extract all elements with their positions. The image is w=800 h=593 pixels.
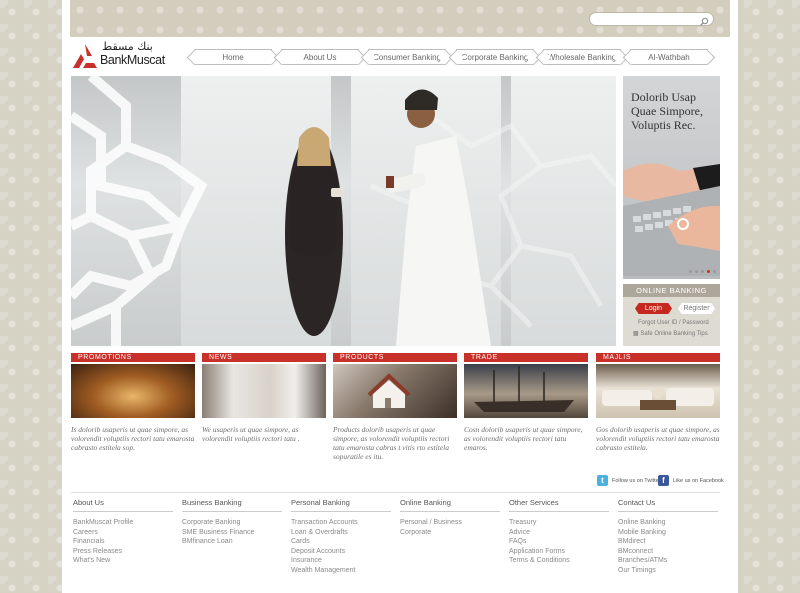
footer-divider (71, 492, 720, 493)
safe-banking-tips-label: Safe Online Banking Tips (640, 331, 708, 337)
footer-col-other-services: Other Services Treasury Advice FAQs Appl… (509, 498, 609, 566)
footer-heading: Personal Banking (291, 498, 391, 512)
lock-icon: ▩ (633, 331, 639, 337)
nav-corporate-banking[interactable]: Corporate Banking (456, 49, 534, 65)
card-image-trade (464, 364, 588, 418)
footer-link[interactable]: SME Business Finance (182, 528, 282, 538)
card-label: PROMOTIONS (71, 353, 195, 362)
card-text: Is dolorib usaperis ut quae simpore, as … (71, 425, 195, 452)
card-trade[interactable]: TRADE Cosn dolorib usaperis ut quae simp… (464, 353, 588, 452)
nav-about-us[interactable]: About Us (281, 49, 359, 65)
footer-link[interactable]: Advice (509, 528, 609, 538)
bankmuscat-logo[interactable]: بنك مسقط BankMuscat (70, 40, 170, 72)
logo-mark-icon (73, 44, 97, 68)
card-label: NEWS (202, 353, 326, 362)
top-bar (70, 0, 730, 37)
footer-link[interactable]: Transaction Accounts (291, 518, 391, 528)
card-image-majlis (596, 364, 720, 418)
footer-link[interactable]: Treasury (509, 518, 609, 528)
footer-link[interactable]: Press Releases (73, 547, 173, 557)
card-label: MAJLIS (596, 353, 720, 362)
twitter-icon: t (597, 475, 608, 486)
footer-link[interactable]: Our Timings (618, 566, 718, 576)
safe-banking-tips-link[interactable]: ▩ Safe Online Banking Tips (633, 330, 708, 337)
carousel-dot[interactable] (689, 270, 692, 273)
card-image-products (333, 364, 457, 418)
footer-link[interactable]: Personal / Business (400, 518, 500, 528)
search-input[interactable] (590, 17, 695, 30)
footer-col-online-banking: Online Banking Personal / Business Corpo… (400, 498, 500, 537)
facebook-icon: f (658, 475, 669, 486)
login-button[interactable]: Login (635, 303, 672, 314)
carousel-dots (689, 270, 716, 273)
card-promotions[interactable]: PROMOTIONS Is dolorib usaperis ut quae s… (71, 353, 195, 452)
carousel-dot[interactable] (701, 270, 704, 273)
side-promo-panel[interactable]: Dolorib Usap Quae Simpore, Voluptis Rec. (623, 76, 720, 279)
card-text: Cosn dolorib usaperis ut quae simpore, a… (464, 425, 583, 452)
footer-link[interactable]: FAQs (509, 537, 609, 547)
card-text: Gos dolorib usaperis ut quae simpore, as… (596, 425, 720, 452)
register-button[interactable]: Register (678, 303, 715, 314)
footer-heading: Contact Us (618, 498, 718, 512)
facebook-link[interactable]: f Like us on Facebook (658, 475, 724, 486)
footer-heading: About Us (73, 498, 173, 512)
card-majlis[interactable]: MAJLIS Gos dolorib usaperis ut quae simp… (596, 353, 720, 452)
footer-link[interactable]: BankMuscat Profile (73, 518, 173, 528)
footer-col-personal-banking: Personal Banking Transaction Accounts Lo… (291, 498, 391, 575)
nav-al-wathbah[interactable]: Al-Wathbah (630, 49, 708, 65)
carousel-dot[interactable] (713, 270, 716, 273)
card-news[interactable]: NEWS We usaperis ut quae simpore, as vol… (202, 353, 326, 443)
carousel-dot-active[interactable] (707, 270, 710, 273)
twitter-link[interactable]: t Follow us on Twitter (597, 475, 661, 486)
footer-link[interactable]: BMfinance Loan (182, 537, 282, 547)
footer-link[interactable]: Online Banking (618, 518, 718, 528)
footer-link[interactable]: Careers (73, 528, 173, 538)
footer-col-business-banking: Business Banking Corporate Banking SME B… (182, 498, 282, 547)
nav-home[interactable]: Home (194, 49, 272, 65)
search-box (589, 12, 714, 30)
facebook-label: Like us on Facebook (673, 477, 724, 484)
footer-col-about-us: About Us BankMuscat Profile Careers Fina… (73, 498, 173, 566)
footer-link[interactable]: Terms & Conditions (509, 556, 609, 566)
footer-link[interactable]: Cards (291, 537, 391, 547)
footer-link[interactable]: Branches/ATMs (618, 556, 718, 566)
footer-link[interactable]: Corporate Banking (182, 518, 282, 528)
card-image-news (202, 364, 326, 418)
forgot-password-link[interactable]: Forgot User ID / Password (638, 320, 709, 326)
footer-link[interactable]: What's New (73, 556, 173, 566)
twitter-label: Follow us on Twitter (612, 477, 661, 484)
footer-link[interactable]: Loan & Overdrafts (291, 528, 391, 538)
footer-col-contact-us: Contact Us Online Banking Mobile Banking… (618, 498, 718, 575)
footer-link[interactable]: Deposit Accounts (291, 547, 391, 557)
online-banking-heading: ONLINE BANKING (623, 284, 720, 297)
card-products[interactable]: PRODUCTS Products dolorib usaperis ut qu… (333, 353, 457, 461)
card-label: TRADE (464, 353, 588, 362)
footer-heading: Other Services (509, 498, 609, 512)
footer-link[interactable]: Financials (73, 537, 173, 547)
card-label: PRODUCTS (333, 353, 457, 362)
side-promo-image (623, 163, 720, 276)
hero-banner[interactable] (71, 76, 616, 346)
page-container: بنك مسقط BankMuscat Home About Us Consum… (62, 0, 738, 593)
card-text: Products dolorib usaperis ut quae simpor… (333, 425, 450, 461)
footer-heading: Online Banking (400, 498, 500, 512)
footer-heading: Business Banking (182, 498, 282, 512)
footer-link[interactable]: BMconnect (618, 547, 718, 557)
footer-link[interactable]: Wealth Management (291, 566, 391, 576)
footer-link[interactable]: Mobile Banking (618, 528, 718, 538)
logo-arabic-text: بنك مسقط (102, 40, 153, 53)
logo-name: BankMuscat (100, 53, 165, 67)
footer-link[interactable]: Insurance (291, 556, 391, 566)
footer-link[interactable]: Application Forms (509, 547, 609, 557)
hero-photo-illustration (71, 76, 616, 346)
carousel-dot[interactable] (695, 270, 698, 273)
footer-link[interactable]: BMdirect (618, 537, 718, 547)
nav-consumer-banking[interactable]: Consumer Banking (368, 49, 446, 65)
card-text: We usaperis ut quae simpore, as volorend… (202, 425, 300, 443)
search-icon[interactable] (699, 14, 709, 26)
nav-wholesale-banking[interactable]: Wholesale Banking (543, 49, 621, 65)
card-image-promotions (71, 364, 195, 418)
footer-link[interactable]: Corporate (400, 528, 500, 538)
online-banking-box: ONLINE BANKING Login Register Forgot Use… (623, 284, 720, 346)
